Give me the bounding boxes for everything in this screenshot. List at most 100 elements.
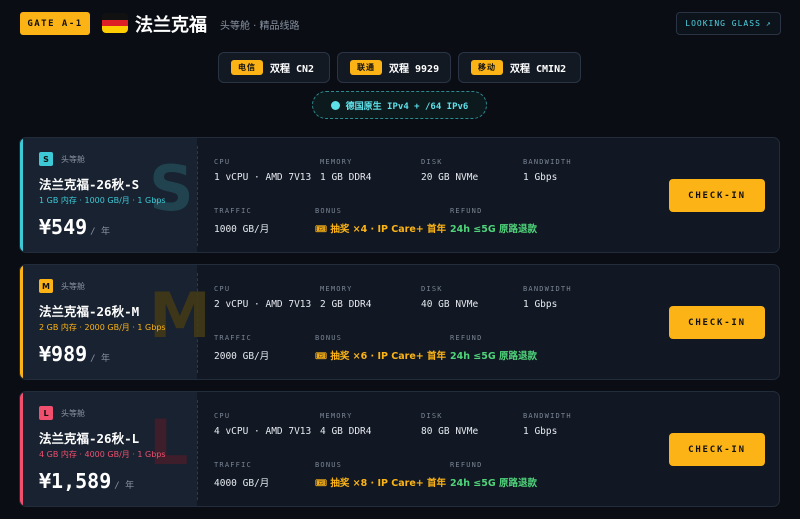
spec-bonus: BONUS 🎟 抽奖 ×4 · IP Care+ 首年 xyxy=(315,207,446,235)
spec-label: DISK xyxy=(421,158,443,166)
plan-summary-specs: 2 GB 内存 · 2000 GB/月 · 1 Gbps xyxy=(39,323,166,332)
isp-value: 双程 CN2 xyxy=(270,64,315,75)
spec-value: 2 vCPU · AMD 7V13 xyxy=(214,299,312,310)
price-period: / 年 xyxy=(90,227,111,237)
spec-value: 1 Gbps xyxy=(523,426,558,437)
card-divider xyxy=(197,273,198,373)
spec-value: 🎟 抽奖 ×4 · IP Care+ 首年 xyxy=(315,224,447,235)
plan-name: 法兰克福-26秋-S xyxy=(39,177,140,192)
spec-memory: MEMORY 4 GB DDR4 xyxy=(320,412,371,437)
spec-disk: DISK 40 GB NVMe xyxy=(421,285,478,310)
page-title: 法兰克福 xyxy=(135,15,207,36)
spec-refund: REFUND 24h ≤5G 原路退款 xyxy=(450,461,537,489)
spec-label: TRAFFIC xyxy=(214,334,252,342)
plan-summary: L L 头等舱 法兰克福-26秋-L 4 GB 内存 · 4000 GB/月 ·… xyxy=(20,392,197,506)
plan-badge: S xyxy=(39,152,53,166)
plan-summary: S S 头等舱 法兰克福-26秋-S 1 GB 内存 · 1000 GB/月 ·… xyxy=(20,138,197,252)
spec-disk: DISK 20 GB NVMe xyxy=(421,158,478,183)
spec-bandwidth: BANDWIDTH 1 Gbps xyxy=(523,412,572,437)
spec-memory: MEMORY 2 GB DDR4 xyxy=(320,285,371,310)
spec-label: BANDWIDTH xyxy=(523,158,572,166)
isp-value: 双程 CMIN2 xyxy=(510,64,567,75)
isp-tag: 电信 xyxy=(231,60,263,75)
price-value: ¥989 xyxy=(39,342,88,366)
spec-bonus: BONUS 🎟 抽奖 ×8 · IP Care+ 首年 xyxy=(315,461,446,489)
plan-name: 法兰克福-26秋-M xyxy=(39,304,140,319)
plan-badge: L xyxy=(39,406,53,420)
plan-badge: M xyxy=(39,279,53,293)
check-in-button[interactable]: CHECK-IN xyxy=(669,306,765,339)
arrow-up-right-icon: ↗ xyxy=(765,19,772,28)
spec-label: CPU xyxy=(214,412,231,420)
spec-value: 1 Gbps xyxy=(523,172,558,183)
spec-refund: REFUND 24h ≤5G 原路退款 xyxy=(450,334,537,362)
spec-cpu: CPU 4 vCPU · AMD 7V13 xyxy=(214,412,311,437)
spec-label: MEMORY xyxy=(320,158,353,166)
plan-card-s: S S 头等舱 法兰克福-26秋-S 1 GB 内存 · 1000 GB/月 ·… xyxy=(19,137,780,253)
spec-value: 40 GB NVMe xyxy=(421,299,479,310)
spec-bonus: BONUS 🎟 抽奖 ×6 · IP Care+ 首年 xyxy=(315,334,446,362)
spec-bandwidth: BANDWIDTH 1 Gbps xyxy=(523,158,572,183)
plan-summary-specs: 1 GB 内存 · 1000 GB/月 · 1 Gbps xyxy=(39,196,166,205)
check-in-button[interactable]: CHECK-IN xyxy=(669,433,765,466)
plan-letter-watermark: S xyxy=(149,152,194,225)
spec-value: 24h ≤5G 原路退款 xyxy=(450,351,537,362)
spec-label: MEMORY xyxy=(320,285,353,293)
card-divider xyxy=(197,400,198,500)
spec-value: 80 GB NVMe xyxy=(421,426,479,437)
spec-value: 🎟 抽奖 ×8 · IP Care+ 首年 xyxy=(315,478,447,489)
spec-value: 24h ≤5G 原路退款 xyxy=(450,478,537,489)
spec-traffic: TRAFFIC 4000 GB/月 xyxy=(214,461,269,489)
plan-letter-watermark: M xyxy=(149,279,211,352)
spec-cpu: CPU 1 vCPU · AMD 7V13 xyxy=(214,158,311,183)
isp-mobile: 移动 双程 CMIN2 xyxy=(458,52,581,83)
spec-label: CPU xyxy=(214,158,231,166)
plan-price: ¥549/ 年 xyxy=(39,215,110,239)
spec-cpu: CPU 2 vCPU · AMD 7V13 xyxy=(214,285,311,310)
page-subtitle: 头等舱 · 精品线路 xyxy=(220,21,300,32)
spec-value: 1000 GB/月 xyxy=(214,224,270,235)
gate-badge: GATE A-1 xyxy=(20,12,90,35)
isp-tag: 移动 xyxy=(471,60,503,75)
plan-summary-specs: 4 GB 内存 · 4000 GB/月 · 1 Gbps xyxy=(39,450,166,459)
spec-disk: DISK 80 GB NVMe xyxy=(421,412,478,437)
plan-price: ¥1,589/ 年 xyxy=(39,469,134,493)
spec-label: REFUND xyxy=(450,334,483,342)
spec-bandwidth: BANDWIDTH 1 Gbps xyxy=(523,285,572,310)
spec-refund: REFUND 24h ≤5G 原路退款 xyxy=(450,207,537,235)
spec-label: BONUS xyxy=(315,334,343,342)
spec-value: 🎟 抽奖 ×6 · IP Care+ 首年 xyxy=(315,351,447,362)
spec-label: TRAFFIC xyxy=(214,461,252,469)
spec-value: 2 GB DDR4 xyxy=(320,299,372,310)
spec-value: 1 GB DDR4 xyxy=(320,172,372,183)
spec-value: 24h ≤5G 原路退款 xyxy=(450,224,537,235)
isp-unicom: 联通 双程 9929 xyxy=(337,52,451,83)
looking-glass-label: LOOKING GLASS xyxy=(685,19,761,28)
spec-memory: MEMORY 1 GB DDR4 xyxy=(320,158,371,183)
spec-value: 1 vCPU · AMD 7V13 xyxy=(214,172,312,183)
germany-flag-icon xyxy=(102,13,128,33)
isp-tag: 联通 xyxy=(350,60,382,75)
globe-icon xyxy=(330,100,340,110)
spec-value: 20 GB NVMe xyxy=(421,172,479,183)
check-in-button[interactable]: CHECK-IN xyxy=(669,179,765,212)
looking-glass-button[interactable]: LOOKING GLASS ↗ xyxy=(676,12,781,35)
isp-value: 双程 9929 xyxy=(389,64,440,75)
plan-tier: 头等舱 xyxy=(61,155,85,164)
spec-label: DISK xyxy=(421,412,443,420)
ip-info-text: 德国原生 IPv4 + /64 IPv6 xyxy=(345,101,469,112)
spec-value: 4 vCPU · AMD 7V13 xyxy=(214,426,312,437)
spec-label: BANDWIDTH xyxy=(523,412,572,420)
spec-traffic: TRAFFIC 2000 GB/月 xyxy=(214,334,269,362)
spec-value: 4 GB DDR4 xyxy=(320,426,372,437)
price-value: ¥549 xyxy=(39,215,88,239)
ip-info-pill: 德国原生 IPv4 + /64 IPv6 xyxy=(312,91,487,119)
plan-summary: M M 头等舱 法兰克福-26秋-M 2 GB 内存 · 2000 GB/月 ·… xyxy=(20,265,211,379)
spec-label: BONUS xyxy=(315,461,343,469)
plan-tier: 头等舱 xyxy=(61,282,85,291)
plan-name: 法兰克福-26秋-L xyxy=(39,431,140,446)
price-period: / 年 xyxy=(90,354,111,364)
spec-label: REFUND xyxy=(450,461,483,469)
spec-value: 2000 GB/月 xyxy=(214,351,270,362)
plan-card-m: M M 头等舱 法兰克福-26秋-M 2 GB 内存 · 2000 GB/月 ·… xyxy=(19,264,780,380)
